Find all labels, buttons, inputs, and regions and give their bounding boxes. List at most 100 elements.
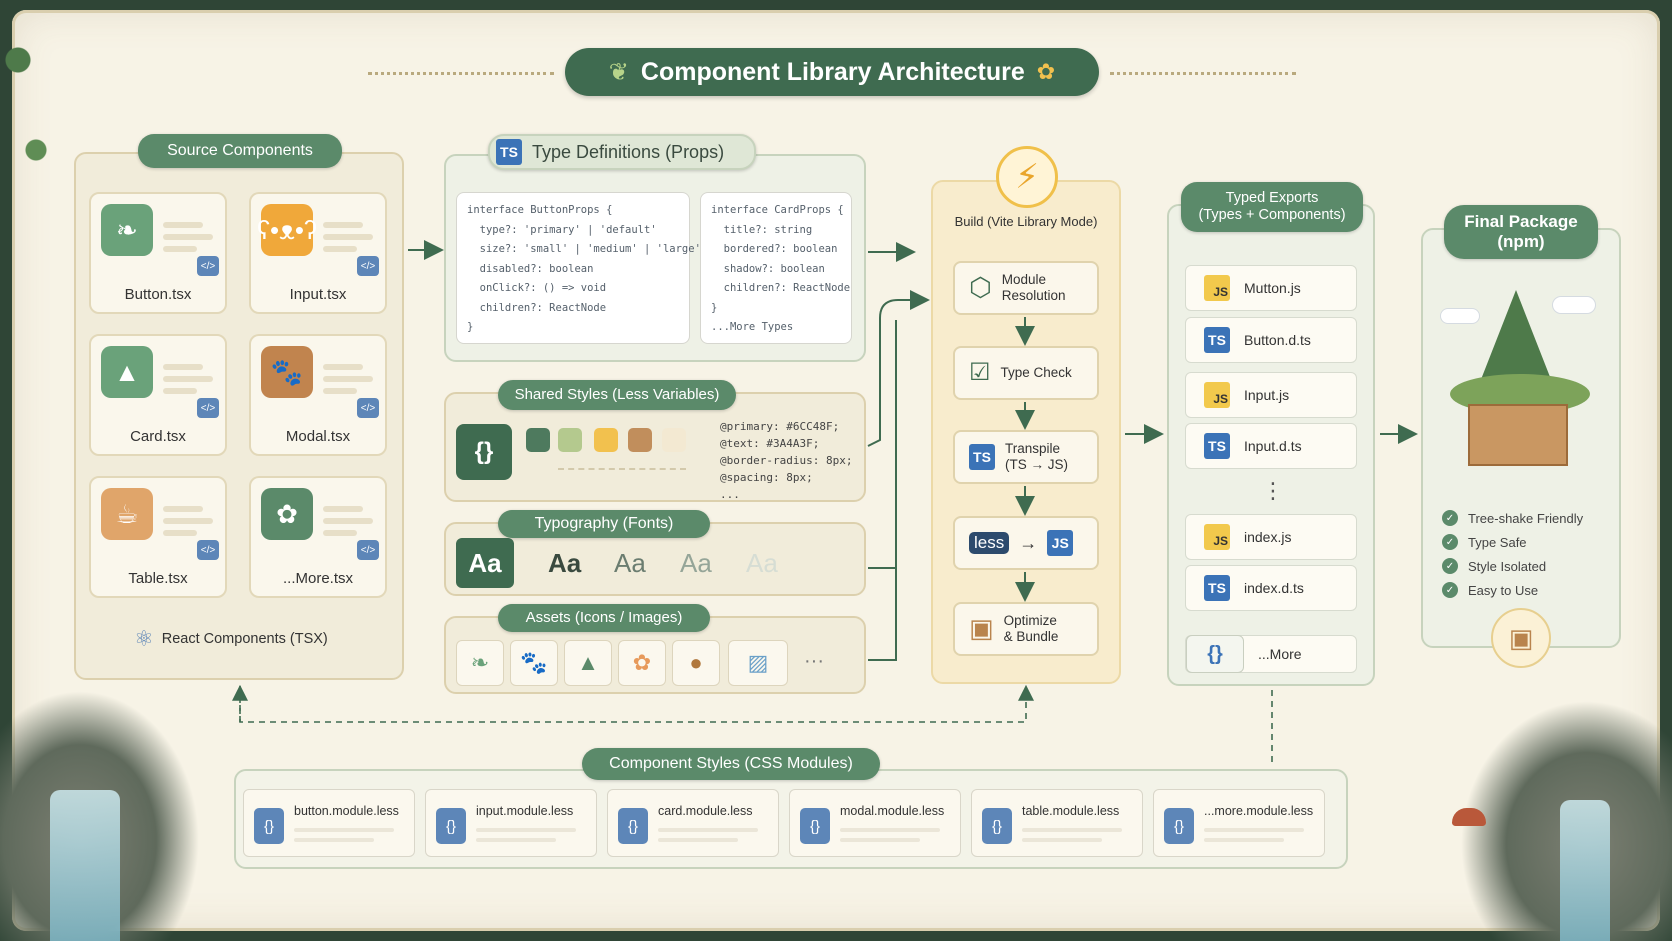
placeholder-line — [163, 246, 197, 252]
component-name: Table.tsx — [128, 570, 188, 587]
font-sample: Aa — [746, 548, 778, 578]
sprout-icon: ❦ — [608, 58, 629, 86]
code-line: children?: ReactNode — [467, 301, 607, 314]
typed-exports-subtitle: (Types + Components) — [1198, 207, 1346, 223]
type-definitions-label: TS Type Definitions (Props) — [488, 134, 756, 170]
source-components-label: Source Components — [138, 134, 342, 168]
less-var-line: @text: #3A4A3F; — [720, 437, 820, 450]
export-file[interactable]: TS Input.d.ts — [1185, 423, 1357, 469]
code-line: title?: string — [711, 223, 813, 236]
build-step-transpile: TS Transpile (TS → JS) — [953, 430, 1099, 484]
title-dots-left — [368, 72, 554, 75]
step-label: Type Check — [1000, 365, 1072, 381]
code-line: onClick?: () => void — [467, 282, 607, 294]
placeholder-line — [323, 246, 357, 252]
component-name: Card.tsx — [130, 428, 186, 445]
export-more[interactable]: {} ...More — [1185, 635, 1357, 673]
title-banner: ❦ Component Library Architecture ✿ — [565, 48, 1099, 96]
component-name: Input.tsx — [289, 286, 347, 303]
code-line: bordered?: boolean — [711, 243, 838, 255]
export-file[interactable]: TS index.d.ts — [1185, 565, 1357, 611]
css-module-file[interactable]: {} modal.module.less — [789, 789, 961, 857]
assets-more: ··· — [804, 650, 824, 672]
ts-badge: TS — [969, 444, 995, 470]
export-file[interactable]: JS Mutton.js — [1185, 265, 1357, 311]
placeholder-line — [323, 506, 363, 512]
component-card-input[interactable]: ʕ•ᴥ•ʔ </> Input.tsx — [249, 192, 387, 314]
build-label: Build (Vite Library Mode) — [954, 214, 1098, 229]
mushroom-icon — [1452, 808, 1486, 826]
react-footer: ⚛ React Components (TSX) — [134, 626, 328, 652]
export-file[interactable]: JS Input.js — [1185, 372, 1357, 418]
font-sample: Aa — [680, 548, 712, 578]
placeholder-line — [1204, 838, 1284, 842]
placeholder-line — [163, 506, 203, 512]
feature-item: ✓ Easy to Use — [1442, 578, 1583, 602]
css-module-file[interactable]: {} button.module.less — [243, 789, 415, 857]
placeholder-line — [323, 364, 363, 370]
feature-list: ✓ Tree-shake Friendly ✓ Type Safe ✓ Style I… — [1442, 506, 1583, 602]
placeholder-line — [476, 828, 576, 832]
export-ellipsis: ⋮ — [1262, 478, 1284, 503]
component-card-button[interactable]: ❧ </> Button.tsx — [89, 192, 227, 314]
export-file[interactable]: TS Button.d.ts — [1185, 317, 1357, 363]
component-card-modal[interactable]: 🐾 </> Modal.tsx — [249, 334, 387, 456]
acorn-icon: ● — [672, 640, 720, 686]
css-module-file[interactable]: {} ...more.module.less — [1153, 789, 1325, 857]
brace-icon: {} — [1164, 808, 1194, 844]
react-footer-label: React Components (TSX) — [161, 631, 328, 647]
placeholder-line — [323, 376, 373, 382]
ts-badge: TS — [1204, 327, 1230, 353]
placeholder-line — [323, 530, 357, 536]
placeholder-line — [1204, 828, 1304, 832]
react-icon: ⚛ — [134, 626, 154, 651]
code-line: } — [467, 321, 474, 333]
placeholder-line — [294, 828, 394, 832]
clipboard-check-icon: ☑ — [969, 359, 991, 387]
code-line: interface CardProps { — [711, 204, 844, 216]
css-module-file[interactable]: {} card.module.less — [607, 789, 779, 857]
waterfall-right — [1560, 800, 1610, 941]
placeholder-line — [658, 828, 758, 832]
bear-icon: ʕ•ᴥ•ʔ — [257, 204, 317, 256]
brace-icon: {} — [254, 808, 284, 844]
font-sample: Aa — [614, 548, 646, 578]
component-card-more[interactable]: ✿ </> ...More.tsx — [249, 476, 387, 598]
feature-label: Type Safe — [1468, 534, 1527, 550]
tree-icon — [1480, 290, 1552, 382]
ts-badge: TS — [1204, 575, 1230, 601]
feature-item: ✓ Tree-shake Friendly — [1442, 506, 1583, 530]
ts-badge: TS — [1204, 433, 1230, 459]
css-module-name: ...more.module.less — [1204, 804, 1314, 818]
build-step-less-to-js: less → JS — [953, 516, 1099, 570]
code-icon: </> — [197, 398, 219, 418]
landscape-icon: ▨ — [728, 640, 788, 686]
typed-exports-title: Typed Exports — [1225, 190, 1319, 207]
font-sample: Aa — [548, 548, 582, 578]
arrow-right-icon: → — [1019, 532, 1038, 553]
code-line: type?: 'primary' | 'default' — [467, 223, 657, 236]
leaf-icon: ❧ — [101, 204, 153, 256]
css-module-name: modal.module.less — [840, 804, 945, 818]
color-swatch — [526, 428, 550, 452]
component-card-table[interactable]: ☕ </> Table.tsx — [89, 476, 227, 598]
build-step-module-resolution: ⬡ Module Resolution — [953, 261, 1099, 315]
flower-icon: ✿ — [618, 640, 666, 686]
css-module-file[interactable]: {} table.module.less — [971, 789, 1143, 857]
placeholder-line — [163, 530, 197, 536]
component-card-card[interactable]: ▲ </> Card.tsx — [89, 334, 227, 456]
font-sample-bold: Aa — [456, 538, 514, 588]
placeholder-line — [323, 388, 357, 394]
export-file[interactable]: JS index.js — [1185, 514, 1357, 560]
code-icon: </> — [197, 256, 219, 276]
css-module-file[interactable]: {} input.module.less — [425, 789, 597, 857]
check-icon: ✓ — [1442, 534, 1458, 550]
placeholder-line — [840, 828, 940, 832]
export-file-name: index.js — [1244, 529, 1292, 545]
less-var-line: ... — [720, 488, 740, 501]
placeholder-line — [163, 364, 203, 370]
waterfall-left — [50, 790, 120, 941]
brace-icon: {} — [982, 808, 1012, 844]
placeholder-line — [323, 234, 373, 240]
final-package-title: Final Package — [1464, 212, 1578, 232]
